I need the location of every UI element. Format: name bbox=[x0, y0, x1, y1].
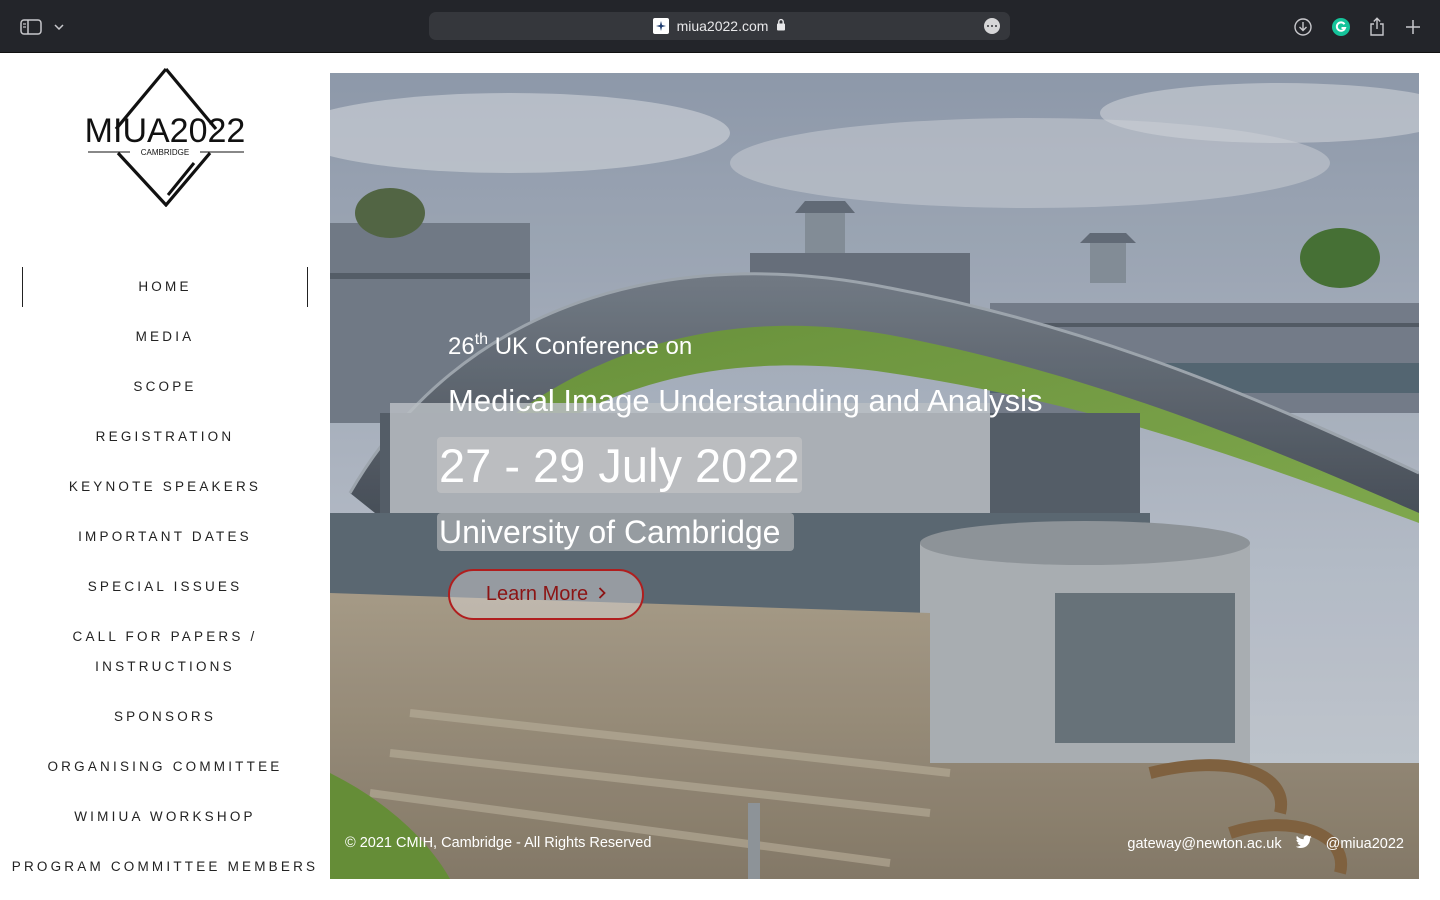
edition-suffix: th bbox=[474, 331, 489, 348]
nav-item-special-issues[interactable]: SPECIAL ISSUES bbox=[22, 572, 308, 602]
nav-item-instructions[interactable]: INSTRUCTIONS bbox=[22, 652, 308, 682]
sidebar-toggle-icon[interactable] bbox=[18, 14, 44, 40]
logo-title: MIUA2022 bbox=[85, 112, 246, 150]
new-tab-icon[interactable] bbox=[1400, 14, 1426, 40]
contact-email-link[interactable]: gateway@newton.ac.uk bbox=[1127, 836, 1281, 852]
copyright-text: © 2021 CMIH, Cambridge - All Rights Rese… bbox=[345, 835, 652, 851]
learn-more-button[interactable]: Learn More bbox=[448, 569, 644, 620]
share-icon[interactable] bbox=[1364, 14, 1390, 40]
conference-venue: University of Cambridge bbox=[437, 513, 795, 551]
nav-item-keynote-speakers[interactable]: KEYNOTE SPEAKERS bbox=[22, 472, 308, 502]
hero-banner: 26th UK Conference on Medical Image Unde… bbox=[330, 73, 1419, 879]
logo-subtitle: CAMBRIDGE bbox=[141, 148, 189, 157]
conference-edition: 26th UK Conference on bbox=[448, 331, 692, 361]
learn-more-label: Learn More bbox=[485, 583, 589, 605]
sidebar: MIUA2022 CAMBRIDGE HOME MEDIA SCOPE REGI… bbox=[0, 53, 330, 900]
more-icon[interactable] bbox=[984, 18, 1000, 34]
chevron-right-icon bbox=[598, 583, 606, 606]
conference-dates: 27 - 29 July 2022 bbox=[437, 437, 802, 493]
nav-item-home[interactable]: HOME bbox=[22, 267, 308, 307]
nav-item-organising-committee[interactable]: ORGANISING COMMITTEE bbox=[22, 752, 308, 782]
grammarly-icon[interactable] bbox=[1328, 14, 1354, 40]
lock-icon bbox=[776, 18, 786, 34]
site-favicon-icon bbox=[652, 18, 669, 34]
nav-item-important-dates[interactable]: IMPORTANT DATES bbox=[22, 522, 308, 552]
download-icon[interactable] bbox=[1290, 14, 1316, 40]
contact-footer: gateway@newton.ac.uk @miua2022 bbox=[1127, 835, 1404, 853]
nav-item-sponsors[interactable]: SPONSORS bbox=[22, 702, 308, 732]
nav-item-program-committee[interactable]: PROGRAM COMMITTEE MEMBERS bbox=[0, 852, 330, 882]
conference-title: Medical Image Understanding and Analysis bbox=[448, 383, 1043, 418]
conference-type: UK Conference on bbox=[488, 333, 693, 360]
site-logo[interactable]: MIUA2022 CAMBRIDGE bbox=[80, 67, 250, 208]
nav-item-wimiua-workshop[interactable]: WIMIUA WORKSHOP bbox=[22, 802, 308, 832]
nav-item-call-for-papers[interactable]: CALL FOR PAPERS / bbox=[22, 622, 308, 652]
edition-number: 26 bbox=[448, 333, 475, 360]
url-text: miua2022.com bbox=[676, 18, 769, 34]
chevron-down-icon[interactable] bbox=[46, 14, 72, 40]
twitter-handle-link[interactable]: @miua2022 bbox=[1326, 836, 1404, 852]
browser-toolbar: miua2022.com bbox=[0, 0, 1440, 53]
nav-item-scope[interactable]: SCOPE bbox=[22, 372, 308, 402]
twitter-icon[interactable] bbox=[1295, 835, 1312, 853]
nav-item-media[interactable]: MEDIA bbox=[22, 322, 308, 352]
address-bar[interactable]: miua2022.com bbox=[429, 12, 1010, 40]
nav-item-registration[interactable]: REGISTRATION bbox=[22, 422, 308, 452]
